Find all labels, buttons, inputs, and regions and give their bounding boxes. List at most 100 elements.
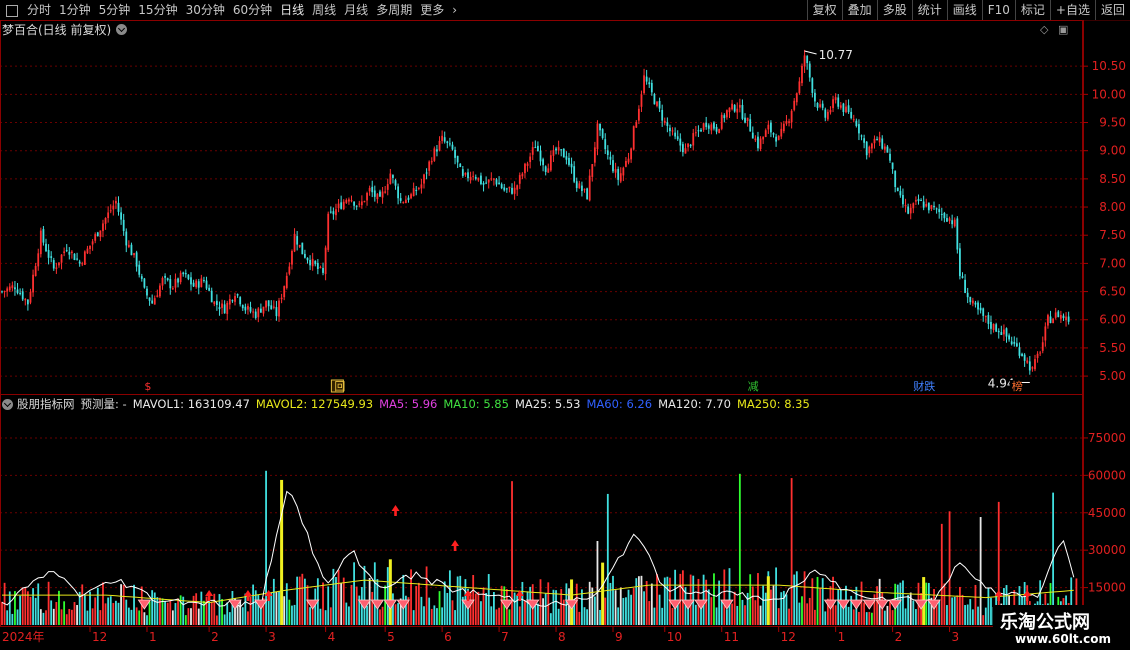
candle-body	[956, 218, 959, 250]
legend-mavol2: MAVOL2: 127549.93	[255, 397, 374, 411]
volume-bar	[443, 581, 446, 625]
candle-body	[650, 82, 653, 93]
gem-marker	[875, 599, 889, 610]
candle-body	[568, 157, 570, 165]
volume-bar	[940, 523, 943, 625]
candle-body	[979, 307, 982, 311]
volume-bar	[148, 601, 151, 625]
volume-bar	[728, 568, 731, 625]
candle-body	[537, 145, 539, 152]
volume-bar	[91, 608, 94, 625]
gem-marker	[862, 599, 877, 610]
candle-body	[135, 252, 138, 267]
candle-body	[925, 203, 928, 207]
candle-body	[417, 188, 420, 190]
candle-body	[953, 219, 956, 227]
candle-body	[891, 162, 894, 169]
volume-bar	[643, 591, 645, 625]
candle-body	[379, 191, 381, 197]
volume-bar	[912, 600, 915, 625]
candle-body	[738, 104, 741, 108]
volume-bar	[982, 615, 985, 625]
candle-body	[169, 279, 172, 289]
candle-body	[179, 272, 182, 283]
candle-body	[832, 99, 834, 109]
candle-body	[676, 136, 679, 140]
candle-body	[58, 262, 60, 266]
volume-bar	[156, 597, 159, 625]
volume-bar	[707, 589, 710, 625]
diamond-icon[interactable]: ◇	[1040, 23, 1048, 36]
volume-bar	[710, 597, 713, 625]
candle-body	[764, 130, 767, 138]
candle-body	[816, 102, 819, 108]
candle-body	[876, 139, 878, 141]
candle-body	[806, 56, 809, 64]
candle-body	[14, 287, 16, 290]
chart-canvas[interactable]: 10.774.94$ 回减财跌榜 5.005.506.006.507.007.50…	[0, 0, 1130, 650]
chevron-down-icon[interactable]	[116, 23, 128, 35]
volume-bar	[6, 610, 9, 625]
candle-body	[604, 139, 607, 150]
volume-bar	[228, 612, 231, 625]
candle-body	[218, 307, 221, 310]
volume-bar	[902, 580, 904, 625]
candle-body	[239, 297, 242, 305]
volume-bar	[824, 611, 827, 625]
candle-body	[120, 212, 122, 220]
volume-bar	[806, 603, 809, 625]
candle-body	[826, 111, 829, 120]
volume-bar	[726, 609, 728, 625]
candle-body	[1054, 312, 1057, 318]
candle-body	[531, 147, 534, 155]
candle-body	[140, 276, 143, 279]
x-axis-month-label: 12	[781, 630, 796, 644]
volume-bar	[83, 594, 86, 625]
candle-body	[873, 138, 876, 144]
volume-bar	[133, 584, 135, 625]
volume-bar	[741, 599, 744, 625]
candle-body	[1034, 359, 1036, 370]
candle-body	[39, 230, 42, 255]
volume-bar	[549, 613, 552, 625]
candle-body	[596, 123, 599, 150]
candle-body	[521, 173, 524, 177]
candle-body	[358, 203, 361, 205]
candle-body	[319, 267, 322, 269]
volume-bar	[208, 599, 211, 625]
candle-body	[744, 117, 746, 123]
volume-bar	[731, 603, 733, 625]
volume-bar	[99, 610, 102, 625]
volume-bar	[948, 511, 951, 625]
volume-bar	[635, 578, 638, 625]
volume-bar	[775, 567, 777, 625]
candle-body	[1031, 367, 1034, 369]
volume-bar	[487, 574, 490, 625]
volume-bar	[914, 609, 917, 625]
volume-bar	[679, 573, 682, 625]
volume-bar	[125, 599, 128, 625]
candle-body	[909, 207, 912, 214]
volume-bar	[555, 590, 557, 625]
candle-body	[107, 212, 110, 219]
maximize-icon[interactable]: ▣	[1058, 23, 1068, 36]
volume-bar	[834, 605, 837, 625]
candle-body	[726, 110, 728, 118]
volume-bar	[301, 573, 304, 625]
candle-body	[280, 297, 283, 300]
candle-body	[855, 120, 858, 126]
chevron-down-icon[interactable]	[2, 398, 13, 410]
candle-body	[197, 281, 200, 288]
candle-body	[327, 213, 330, 250]
volume-bar	[964, 605, 966, 625]
volume-bar	[606, 493, 609, 625]
candle-body	[161, 277, 164, 286]
candle-body	[790, 110, 793, 123]
candle-body	[513, 187, 516, 194]
candle-body	[814, 92, 816, 102]
candle-body	[164, 275, 167, 278]
volume-bar	[480, 601, 482, 625]
candle-body	[223, 304, 226, 314]
volume-bar	[288, 599, 291, 625]
candle-body	[68, 251, 71, 255]
